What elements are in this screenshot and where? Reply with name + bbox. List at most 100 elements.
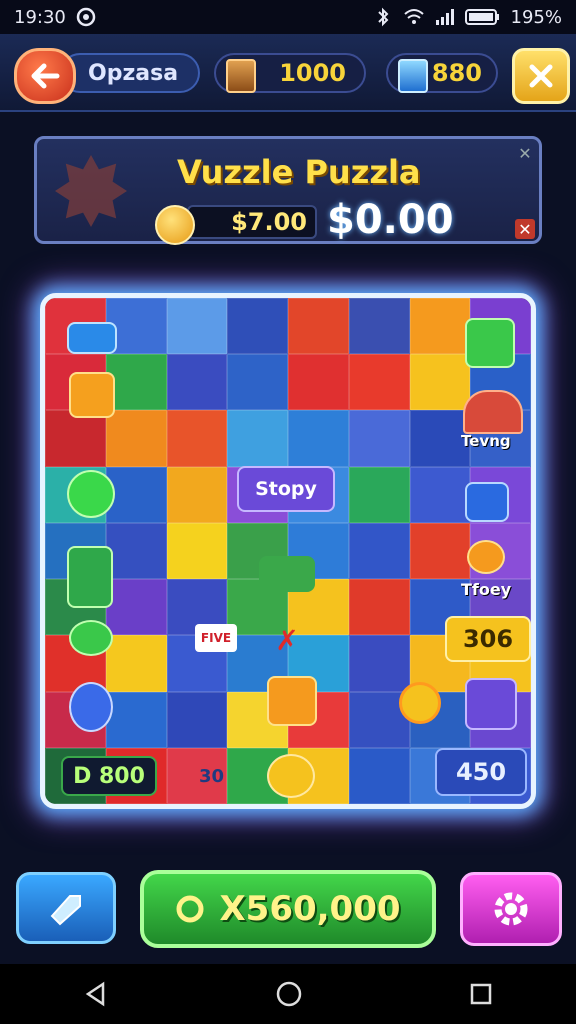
puzzle-piece[interactable] [348, 747, 410, 804]
puzzle-board[interactable]: Tevng Stopy Tfoey FIVE ✗ 306 D 800 30 45… [40, 293, 536, 809]
character-icon[interactable] [69, 682, 113, 732]
puzzle-piece[interactable] [409, 522, 471, 580]
play-value: X560,000 [219, 889, 401, 929]
badge-icon [55, 155, 127, 227]
score-d800-tile: D 800 [61, 756, 157, 796]
bluetooth-icon [377, 7, 388, 27]
puzzle-piece[interactable] [166, 691, 228, 748]
story-label: Stopy [255, 478, 317, 500]
level-banner: Vuzzle Puzzla $7.00 $0.00 ✕ ✕ [34, 136, 542, 245]
puzzle-piece[interactable] [409, 466, 471, 523]
puzzle-piece[interactable] [166, 410, 228, 467]
battery-percent: 195% [510, 6, 562, 28]
small-30-label: 30 [199, 766, 225, 787]
puzzle-piece[interactable] [288, 354, 349, 411]
coins-counter: 1000 [214, 53, 366, 93]
back-triangle-icon[interactable] [83, 981, 109, 1007]
banner-amount: $0.00 [327, 197, 454, 243]
tfoey-label: Tfoey [461, 580, 512, 599]
puzzle-piece[interactable] [227, 354, 288, 411]
chat-icon[interactable] [465, 482, 509, 522]
banner-title: Vuzzle Puzzla [177, 153, 421, 191]
gem-icon [398, 59, 428, 93]
gems-value: 880 [431, 59, 482, 87]
banner-corner-x-icon[interactable]: ✕ [515, 143, 535, 163]
five-label: FIVE [200, 631, 232, 645]
coins-value: 1000 [279, 59, 346, 87]
banner-close-icon[interactable]: ✕ [515, 219, 535, 239]
puzzle-piece[interactable] [288, 298, 349, 355]
alien-icon[interactable] [67, 470, 115, 518]
puzzle-piece[interactable] [105, 579, 167, 636]
top-bar: Opzasa 1000 880 [0, 34, 576, 112]
puzzle-piece[interactable] [166, 522, 228, 580]
puzzle-grid [45, 298, 531, 804]
close-button[interactable] [512, 48, 570, 104]
pie-icon[interactable] [69, 620, 113, 656]
cheese-icon[interactable] [69, 372, 115, 418]
status-bar: 19:30 195% [0, 0, 576, 34]
recents-square-icon[interactable] [469, 982, 493, 1006]
title-pill: Opzasa [60, 53, 200, 93]
puzzle-piece[interactable] [348, 298, 410, 355]
puzzle-piece[interactable] [348, 466, 410, 523]
smile-coin-tile-icon[interactable] [267, 754, 315, 798]
header-title: Opzasa [88, 60, 179, 86]
puzzle-piece[interactable] [166, 466, 228, 523]
settings-button[interactable] [460, 872, 562, 946]
coin-bag-icon [226, 59, 256, 93]
status-time: 19:30 [14, 6, 66, 28]
puzzle-piece[interactable] [409, 354, 471, 411]
close-icon [529, 64, 553, 88]
story-tile[interactable]: Stopy [237, 466, 335, 512]
battery-icon [464, 9, 499, 25]
puzzle-piece[interactable] [348, 410, 410, 467]
home-circle-icon[interactable] [275, 980, 303, 1008]
puzzle-piece[interactable] [348, 579, 410, 636]
puzzle-piece[interactable] [105, 691, 167, 748]
five-tile[interactable]: FIVE [195, 624, 237, 652]
banner-bar-value: $7.00 [231, 208, 307, 236]
score-450-tile: 450 [435, 748, 527, 796]
wifi-icon [403, 9, 424, 24]
puzzle-piece[interactable] [348, 354, 410, 411]
system-nav-bar [0, 964, 576, 1024]
puzzle-piece[interactable] [105, 410, 167, 467]
coin-icon [176, 895, 204, 923]
puzzle-piece[interactable] [105, 522, 167, 580]
arrow-left-icon [31, 63, 60, 89]
play-button[interactable]: X560,000 [140, 870, 436, 948]
puzzle-piece[interactable] [105, 635, 167, 692]
monster-icon[interactable] [465, 678, 517, 730]
red-glyph-icon[interactable]: ✗ [267, 620, 307, 660]
puzzle-piece[interactable] [166, 354, 228, 411]
arrow-up-right-icon [50, 895, 81, 926]
score-d800: D 800 [73, 763, 145, 789]
hint-button[interactable] [16, 872, 116, 944]
green-badge-icon[interactable] [465, 318, 515, 368]
puzzle-piece[interactable] [288, 410, 349, 467]
puzzle-piece[interactable] [45, 410, 106, 467]
back-button[interactable] [14, 48, 76, 104]
puzzle-piece[interactable] [348, 635, 410, 692]
score-450: 450 [455, 758, 507, 786]
house-icon[interactable] [463, 390, 523, 434]
notification-icon [76, 7, 96, 27]
puzzle-piece[interactable] [409, 298, 471, 355]
robot-icon[interactable] [267, 676, 317, 726]
score-306-tile[interactable]: 306 [445, 616, 531, 662]
puzzle-piece[interactable] [227, 410, 288, 467]
mushroom-icon[interactable] [467, 540, 505, 574]
puzzle-piece[interactable] [348, 522, 410, 580]
banner-bar: $7.00 [187, 205, 317, 239]
gems-counter: 880 [386, 53, 498, 93]
puzzle-piece[interactable] [227, 298, 288, 355]
puzzle-piece[interactable] [166, 298, 228, 355]
signal-icon [435, 9, 454, 25]
score-306: 306 [462, 625, 514, 653]
sun-icon[interactable] [399, 682, 441, 724]
card-icon[interactable] [67, 322, 117, 354]
smile-coin-icon [155, 205, 195, 245]
boot-icon[interactable] [67, 546, 113, 608]
leaf-icon[interactable] [259, 556, 315, 592]
